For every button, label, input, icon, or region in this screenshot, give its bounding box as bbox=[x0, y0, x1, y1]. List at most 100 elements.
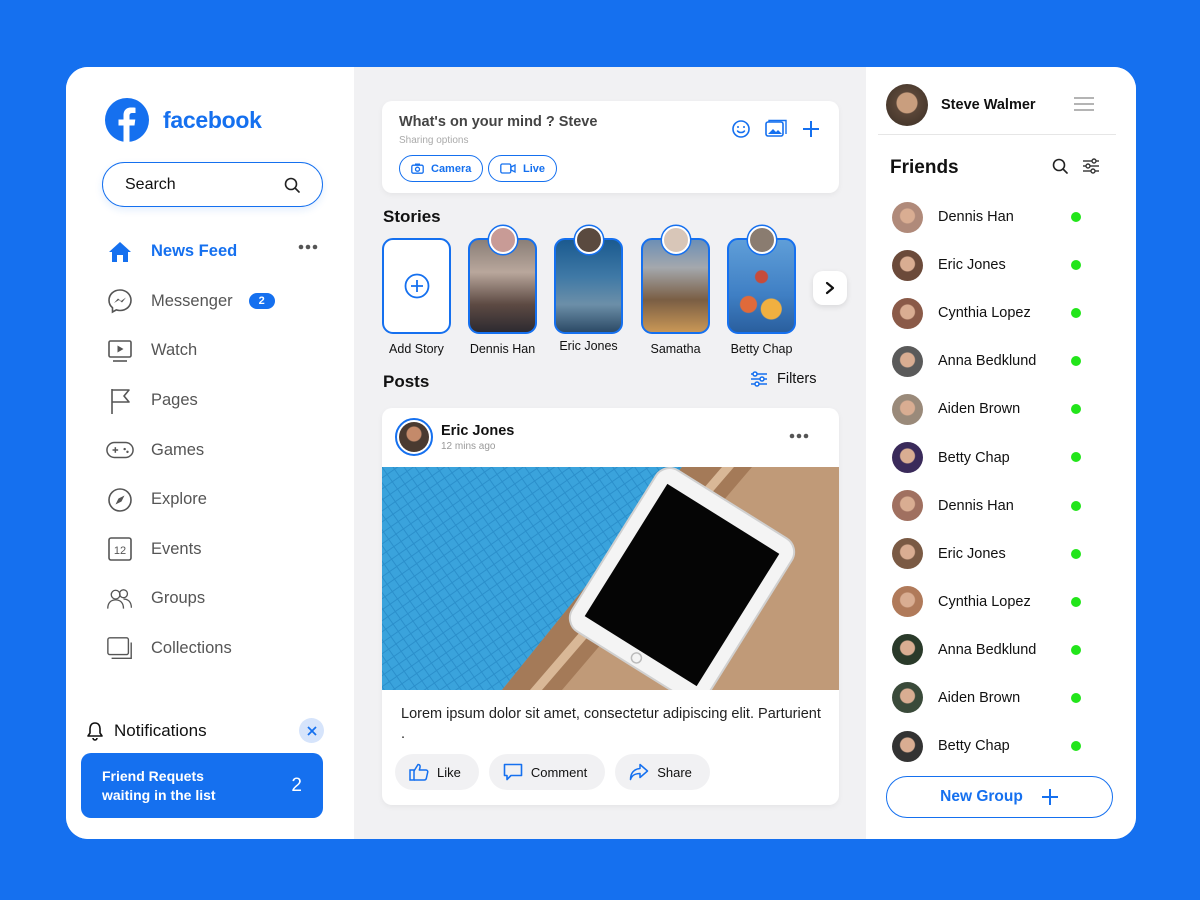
friend-list-item[interactable]: Aiden Brown bbox=[892, 674, 1092, 722]
watch-icon bbox=[106, 337, 134, 365]
friend-requests-count: 2 bbox=[291, 774, 302, 796]
more-options-icon[interactable] bbox=[298, 244, 318, 250]
avatar bbox=[892, 249, 923, 281]
search-icon[interactable] bbox=[1052, 158, 1068, 174]
divider bbox=[878, 134, 1116, 135]
filters-button[interactable]: Filters bbox=[750, 371, 816, 387]
filter-sliders-icon[interactable] bbox=[1082, 158, 1100, 174]
live-button[interactable]: Live bbox=[488, 155, 558, 182]
search-icon[interactable] bbox=[284, 177, 300, 193]
plus-icon[interactable] bbox=[801, 119, 821, 139]
friend-list-item[interactable]: Anna Bedklund bbox=[892, 626, 1092, 674]
user-profile[interactable]: Steve Walmer bbox=[886, 84, 1036, 126]
post-image[interactable] bbox=[382, 467, 839, 690]
friend-list-item[interactable]: Dennis Han bbox=[892, 193, 1092, 241]
avatar bbox=[399, 422, 429, 452]
friend-list-item[interactable]: Eric Jones bbox=[892, 241, 1092, 289]
gamepad-icon bbox=[106, 436, 134, 464]
calendar-day-text: 12 bbox=[114, 545, 126, 557]
emoji-icon[interactable] bbox=[731, 119, 751, 139]
friend-requests-line1: Friend Requets bbox=[102, 767, 204, 784]
story-card[interactable]: Dennis Han bbox=[468, 226, 537, 356]
post-actions: Like Comment Share bbox=[395, 754, 710, 790]
nav-item-pages[interactable]: Pages bbox=[106, 376, 318, 426]
friend-name: Cynthia Lopez bbox=[938, 305, 1031, 322]
nav-item-news-feed[interactable]: News Feed bbox=[106, 227, 318, 277]
new-group-button[interactable]: New Group bbox=[886, 776, 1113, 818]
nav-item-explore[interactable]: Explore bbox=[106, 475, 318, 525]
posts-title: Posts bbox=[383, 372, 430, 391]
friend-name: Cynthia Lopez bbox=[938, 593, 1031, 610]
post-timestamp: 12 mins ago bbox=[441, 440, 496, 452]
friend-name: Anna Bedklund bbox=[938, 353, 1037, 370]
thumbs-up-icon bbox=[409, 763, 429, 781]
composer-subtitle: Sharing options bbox=[399, 135, 469, 146]
live-label: Live bbox=[523, 162, 546, 175]
nav-item-messenger[interactable]: Messenger 2 bbox=[106, 277, 318, 327]
friend-list-item[interactable]: Dennis Han bbox=[892, 482, 1092, 530]
camera-button[interactable]: Camera bbox=[399, 155, 484, 182]
story-label: Add Story bbox=[389, 342, 444, 356]
post-author-avatar[interactable] bbox=[395, 418, 433, 456]
post-author-name[interactable]: Eric Jones bbox=[441, 423, 514, 439]
friend-name: Dennis Han bbox=[938, 209, 1014, 226]
bell-icon bbox=[87, 722, 103, 741]
avatar bbox=[892, 490, 923, 522]
image-icon[interactable] bbox=[765, 119, 787, 139]
friends-list: Dennis Han Eric Jones Cynthia Lopez Anna Be… bbox=[892, 193, 1092, 770]
nav-label: Games bbox=[151, 440, 205, 459]
avatar bbox=[892, 586, 923, 618]
friend-name: Aiden Brown bbox=[938, 401, 1021, 418]
post-composer[interactable]: What's on your mind ? Steve Sharing opti… bbox=[382, 101, 839, 193]
friend-list-item[interactable]: Cynthia Lopez bbox=[892, 289, 1092, 337]
nav-label: Collections bbox=[151, 639, 232, 658]
online-status-indicator bbox=[1071, 548, 1081, 559]
close-notifications-button[interactable] bbox=[299, 718, 324, 743]
nav-item-games[interactable]: Games bbox=[106, 425, 318, 475]
hamburger-menu-icon[interactable] bbox=[1074, 97, 1094, 111]
like-button[interactable]: Like bbox=[395, 754, 479, 790]
add-story-card[interactable]: Add Story bbox=[382, 238, 451, 356]
nav-label: Events bbox=[151, 539, 202, 558]
friend-list-item[interactable]: Eric Jones bbox=[892, 530, 1092, 578]
messenger-icon bbox=[106, 287, 134, 315]
filters-label: Filters bbox=[777, 371, 817, 387]
stories-next-button[interactable] bbox=[813, 271, 847, 305]
story-card[interactable]: Samatha bbox=[641, 226, 710, 356]
friend-requests-card[interactable]: Friend Requets waiting in the list 2 bbox=[81, 753, 323, 818]
brand-logo[interactable]: facebook bbox=[105, 98, 262, 142]
nav-item-events[interactable]: 12 Events bbox=[106, 525, 318, 575]
story-card[interactable]: Betty Chap bbox=[727, 226, 796, 356]
friend-list-item[interactable]: Anna Bedklund bbox=[892, 337, 1092, 385]
main-nav: News Feed Messenger 2 Watch Pages Games … bbox=[106, 227, 318, 673]
friend-list-item[interactable]: Betty Chap bbox=[892, 722, 1092, 770]
avatar bbox=[488, 226, 517, 254]
friend-name: Eric Jones bbox=[938, 257, 1006, 274]
more-options-icon[interactable] bbox=[789, 433, 809, 439]
nav-item-groups[interactable]: Groups bbox=[106, 574, 318, 624]
nav-item-collections[interactable]: Collections bbox=[106, 624, 318, 674]
friend-list-item[interactable]: Aiden Brown bbox=[892, 385, 1092, 433]
friend-name: Betty Chap bbox=[938, 738, 1010, 755]
friend-list-item[interactable]: Cynthia Lopez bbox=[892, 578, 1092, 626]
video-icon bbox=[500, 163, 516, 174]
story-label: Eric Jones bbox=[559, 339, 618, 353]
friend-name: Betty Chap bbox=[938, 449, 1010, 466]
search-input[interactable]: Search bbox=[102, 162, 323, 207]
story-card[interactable]: Eric Jones bbox=[554, 226, 623, 353]
chevron-right-icon bbox=[825, 281, 835, 295]
avatar bbox=[892, 634, 923, 666]
online-status-indicator bbox=[1071, 452, 1081, 463]
avatar bbox=[574, 226, 603, 254]
nav-label: Watch bbox=[151, 341, 198, 360]
compass-icon bbox=[106, 486, 134, 514]
brand-name: facebook bbox=[163, 106, 262, 133]
avatar bbox=[661, 226, 690, 254]
friend-list-item[interactable]: Betty Chap bbox=[892, 433, 1092, 481]
right-sidebar: Steve Walmer Friends Dennis Han Eric Jone… bbox=[866, 67, 1136, 839]
story-label: Samatha bbox=[650, 342, 701, 356]
share-label: Share bbox=[657, 764, 692, 780]
share-button[interactable]: Share bbox=[615, 754, 710, 790]
comment-button[interactable]: Comment bbox=[488, 754, 606, 790]
nav-item-watch[interactable]: Watch bbox=[106, 326, 318, 376]
